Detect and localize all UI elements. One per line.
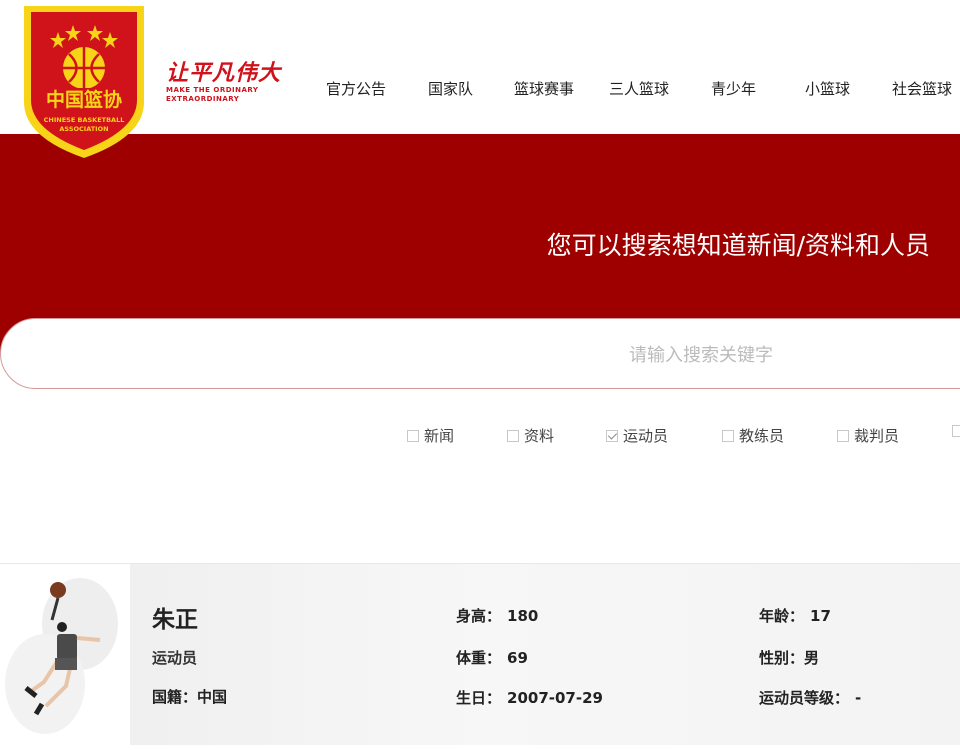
slogan: 让平凡伟大 MAKE THE ORDINARY EXTRAORDINARY	[166, 62, 296, 104]
materials-checkbox[interactable]	[507, 429, 519, 442]
nav-item-announcements[interactable]: 官方公告	[326, 78, 386, 99]
nationality-value: 中国	[197, 688, 228, 706]
age-field: 年龄： 17	[759, 607, 831, 625]
filter-materials[interactable]: 资料	[507, 425, 554, 446]
banner-title: 您可以搜索想知道新闻/资料和人员	[546, 231, 930, 260]
athletes-checkbox[interactable]	[606, 429, 618, 442]
cba-logo[interactable]: 中国篮协 CHINESE BASKETBALL ASSOCIATION	[18, 2, 150, 160]
news-checkbox[interactable]	[407, 429, 419, 442]
athlete-photo	[0, 564, 130, 746]
age-value: 17	[810, 607, 831, 625]
filter-news[interactable]: 新闻	[407, 425, 454, 446]
athlete-name: 朱正	[152, 607, 198, 633]
coaches-checkbox[interactable]	[722, 429, 734, 442]
filter-more[interactable]	[952, 425, 960, 437]
slogan-cn: 让平凡伟大	[166, 61, 282, 86]
svg-text:中国篮协: 中国篮协	[46, 88, 122, 111]
filter-coaches[interactable]: 教练员	[722, 425, 784, 446]
level-value: -	[855, 689, 862, 707]
athlete-role: 运动员	[152, 649, 198, 667]
gender-field: 性别：男	[759, 649, 820, 667]
svg-text:CHINESE BASKETBALL: CHINESE BASKETBALL	[44, 116, 125, 124]
nav-item-national-team[interactable]: 国家队	[428, 78, 473, 99]
cba-shield-icon: 中国篮协 CHINESE BASKETBALL ASSOCIATION	[24, 6, 144, 158]
nav-item-events[interactable]: 篮球赛事	[514, 78, 574, 99]
site-header: 中国篮协 CHINESE BASKETBALL ASSOCIATION 让平凡伟…	[0, 0, 960, 158]
search-placeholder: 请输入搜索关键字	[629, 345, 773, 366]
height-value: 180	[507, 607, 539, 625]
nav-item-mini-basketball[interactable]: 小篮球	[805, 78, 850, 99]
athlete-result-card[interactable]: 朱正 运动员 国籍：中国 身高： 180 体重： 69 生日： 2007-07-29 …	[0, 563, 960, 746]
basketball-player-icon	[5, 578, 118, 734]
weight-field: 体重： 69	[456, 649, 528, 667]
nav-item-youth[interactable]: 青少年	[711, 78, 756, 99]
height-field: 身高： 180	[456, 607, 539, 625]
birthday-value: 2007-07-29	[507, 689, 603, 707]
nav-item-3x3[interactable]: 三人篮球	[609, 78, 669, 99]
search-input[interactable]: 请输入搜索关键字	[0, 318, 960, 389]
nav-item-community[interactable]: 社会篮球	[892, 78, 952, 99]
nationality-field: 国籍：中国	[152, 688, 228, 706]
birthday-field: 生日： 2007-07-29	[456, 689, 603, 707]
svg-text:ASSOCIATION: ASSOCIATION	[59, 125, 108, 133]
slogan-en-2: EXTRAORDINARY	[166, 95, 240, 103]
filter-referees[interactable]: 裁判员	[837, 425, 899, 446]
weight-value: 69	[507, 649, 528, 667]
level-field: 运动员等级： -	[759, 689, 862, 707]
filter-athletes[interactable]: 运动员	[606, 425, 668, 446]
more-checkbox[interactable]	[952, 425, 960, 437]
gender-value: 男	[804, 649, 820, 667]
slogan-en-1: MAKE THE ORDINARY	[166, 86, 259, 94]
referees-checkbox[interactable]	[837, 429, 849, 442]
